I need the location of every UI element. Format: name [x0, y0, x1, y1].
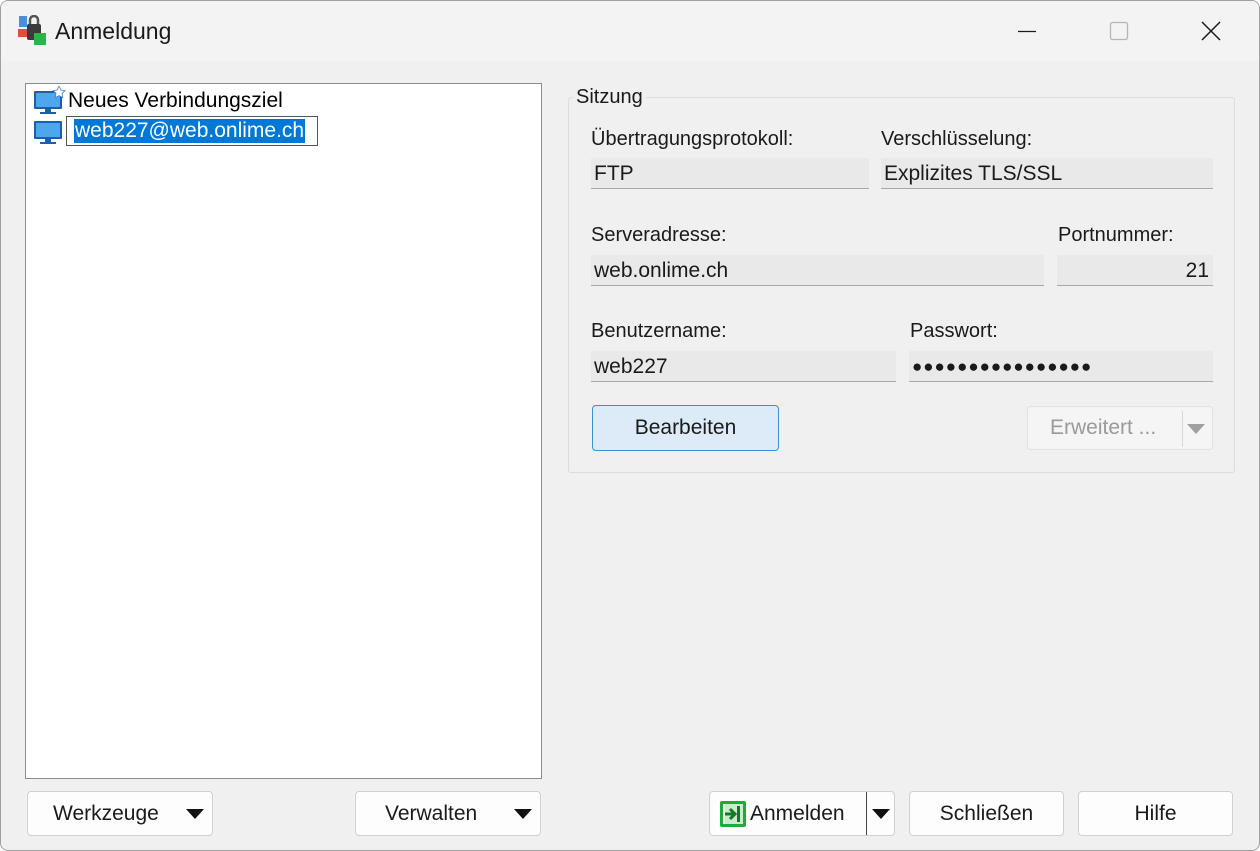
close-button-label: Schließen — [939, 801, 1034, 825]
protocol-field[interactable]: FTP — [591, 158, 869, 189]
monitor-icon — [32, 118, 66, 148]
title-bar: Anmeldung — [1, 1, 1259, 61]
advanced-button-label: Erweitert ... — [1050, 416, 1157, 439]
port-field[interactable]: 21 — [1057, 255, 1213, 286]
site-tree[interactable]: Neues Verbindungsziel web227@web.onlime.… — [25, 83, 542, 779]
advanced-button: Erweitert ... — [1027, 406, 1213, 450]
server-address-field[interactable]: web.onlime.ch — [591, 255, 1044, 286]
help-button-label: Hilfe — [1134, 801, 1177, 825]
rename-site-text: web227@web.onlime.ch — [74, 119, 306, 143]
monitor-new-site-icon — [32, 85, 66, 116]
tree-item-label: Neues Verbindungsziel — [68, 89, 283, 112]
login-arrow-icon — [719, 800, 747, 828]
login-split-divider — [866, 792, 867, 835]
tools-button[interactable]: Werkzeuge — [27, 791, 213, 836]
username-field[interactable]: web227 — [591, 351, 896, 382]
password-label: Passwort: — [910, 320, 998, 342]
edit-button[interactable]: Bearbeiten — [592, 405, 779, 451]
manage-button[interactable]: Verwalten — [355, 791, 541, 836]
minimize-button[interactable] — [981, 1, 1073, 61]
chevron-down-icon — [186, 809, 204, 819]
close-button[interactable]: Schließen — [909, 791, 1064, 836]
protocol-label: Übertragungsprotokoll: — [591, 128, 794, 150]
password-field[interactable]: ●●●●●●●●●●●●●●●● — [909, 351, 1213, 382]
session-group-title: Sitzung — [573, 86, 646, 109]
login-dialog: Anmeldung Neues Verbindungsziel web227@w… — [0, 0, 1260, 851]
chevron-down-icon[interactable] — [872, 809, 890, 819]
rename-site-input[interactable]: web227@web.onlime.ch — [66, 116, 318, 146]
chevron-down-icon — [1187, 424, 1205, 434]
server-address-label: Serveradresse: — [591, 224, 727, 246]
tools-button-label: Werkzeuge — [53, 801, 159, 825]
port-label: Portnummer: — [1058, 224, 1174, 246]
winscp-app-icon — [17, 14, 49, 47]
username-label: Benutzername: — [591, 320, 727, 342]
chevron-down-icon — [514, 809, 532, 819]
help-button[interactable]: Hilfe — [1078, 791, 1233, 836]
advanced-split-divider — [1182, 411, 1183, 447]
login-button-label: Anmelden — [750, 801, 845, 825]
maximize-button — [1073, 1, 1165, 61]
encryption-label: Verschlüsselung: — [881, 128, 1033, 150]
tree-item-saved-site[interactable]: web227@web.onlime.ch — [32, 116, 332, 148]
window-title: Anmeldung — [55, 18, 172, 44]
edit-button-label: Bearbeiten — [634, 416, 737, 439]
manage-button-label: Verwalten — [385, 801, 478, 825]
encryption-field[interactable]: Explizites TLS/SSL — [881, 158, 1213, 189]
tree-item-new-site[interactable]: Neues Verbindungsziel — [32, 85, 283, 116]
close-window-button[interactable] — [1165, 1, 1257, 61]
login-button[interactable]: Anmelden — [709, 791, 895, 836]
